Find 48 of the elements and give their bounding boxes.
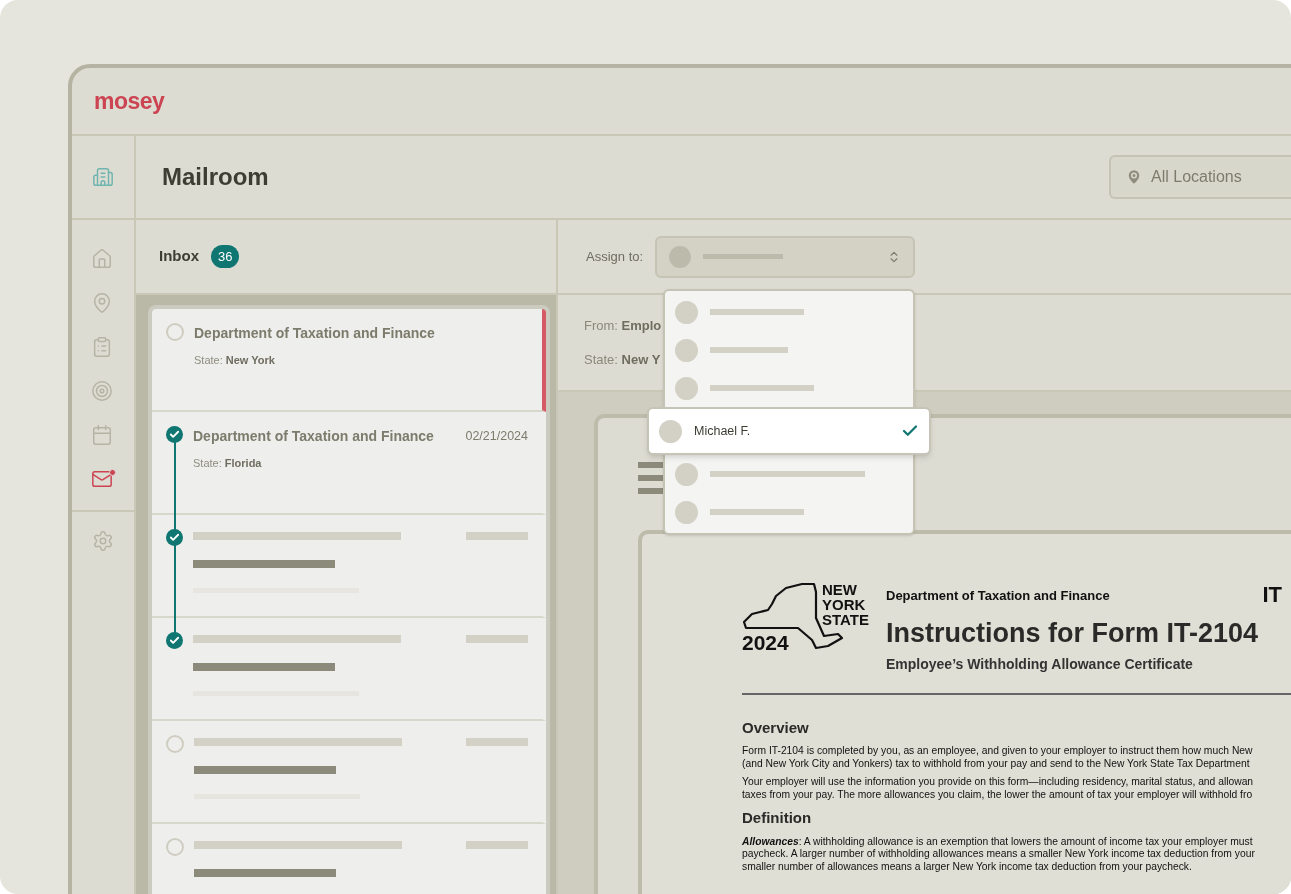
target-icon[interactable] — [91, 380, 115, 404]
building-icon[interactable] — [92, 166, 114, 188]
avatar — [675, 500, 698, 524]
assign-label: Assign to: — [586, 247, 644, 266]
agency-name: Department of Taxation and Finance — [886, 587, 1110, 605]
map-pin-icon — [1125, 168, 1143, 186]
location-select[interactable]: All Locations — [1109, 155, 1291, 199]
message-title: Department of Taxation and Finance — [193, 427, 434, 446]
placeholder-bar — [466, 841, 528, 849]
inbox-title: Inbox — [159, 246, 199, 267]
section-heading: Definition — [742, 808, 813, 829]
avatar — [675, 376, 698, 400]
placeholder-bar — [466, 532, 528, 540]
message-card[interactable] — [152, 515, 546, 618]
state-text: State: New Y — [584, 350, 661, 369]
message-card[interactable]: Department of Taxation and Finance State: New York — [152, 309, 546, 412]
form-code: IT — [1262, 581, 1282, 609]
placeholder-bar — [466, 635, 528, 643]
document-paragraph: Allowances: A withholding allowance is an exemption that lowers the amount of income tax your employer must paycheck. A larger number of withholding allowances means a smaller New York income tax deduction from your smaller number of allowances means a larger New York income tax deduction from your paycheck. — [742, 835, 1256, 874]
assign-select[interactable] — [655, 235, 916, 278]
placeholder-bar — [466, 738, 528, 746]
inbox-count: 36 — [211, 244, 240, 269]
brand-logo[interactable]: mosey — [94, 83, 165, 119]
avatar — [675, 462, 698, 486]
sender-text: From: Emplo — [584, 317, 662, 335]
document-title: Instructions for Form IT-2104 — [886, 617, 1260, 650]
message-state: State: Florida — [193, 456, 263, 471]
message-state: State: New York — [194, 353, 276, 368]
settings-icon[interactable] — [92, 530, 114, 552]
message-title: Department of Taxation and Finance — [194, 324, 435, 343]
document-subtitle: Employee’s Withholding Allowance Certificate — [886, 654, 1194, 674]
message-card[interactable] — [152, 721, 546, 824]
page-title: Mailroom — [162, 162, 269, 192]
avatar — [659, 419, 682, 443]
avatar — [675, 300, 698, 324]
message-card[interactable]: Department of Taxation and Finance 02/21/2024 State: Florida — [152, 412, 546, 515]
document-paragraph: Form IT-2104 is completed by you, as an employee, and given to your employer to instruct them how much New (and New York City and Yonkers) tax to withhold from your pay and send to the New York State Tax Department — [742, 745, 1254, 771]
avatar — [669, 245, 692, 268]
logo-words: NEW YORK STATE — [822, 582, 869, 627]
logo-year: 2024 — [742, 632, 789, 653]
assignee-option[interactable]: Michael F. — [647, 407, 931, 455]
message-date: 02/21/2024 — [465, 428, 528, 446]
section-heading: Overview — [742, 717, 810, 738]
avatar — [675, 338, 698, 362]
list-icon — [638, 462, 664, 496]
assignee-name: Michael F. — [694, 422, 752, 440]
message-card[interactable] — [152, 618, 546, 721]
document-paragraph: Your employer will use the information you provide on this form—including residency, marital status, and allowan taxes from your pay. The more allowances you claim, the lower the amount of tax your employer will withhold fro — [742, 776, 1255, 802]
